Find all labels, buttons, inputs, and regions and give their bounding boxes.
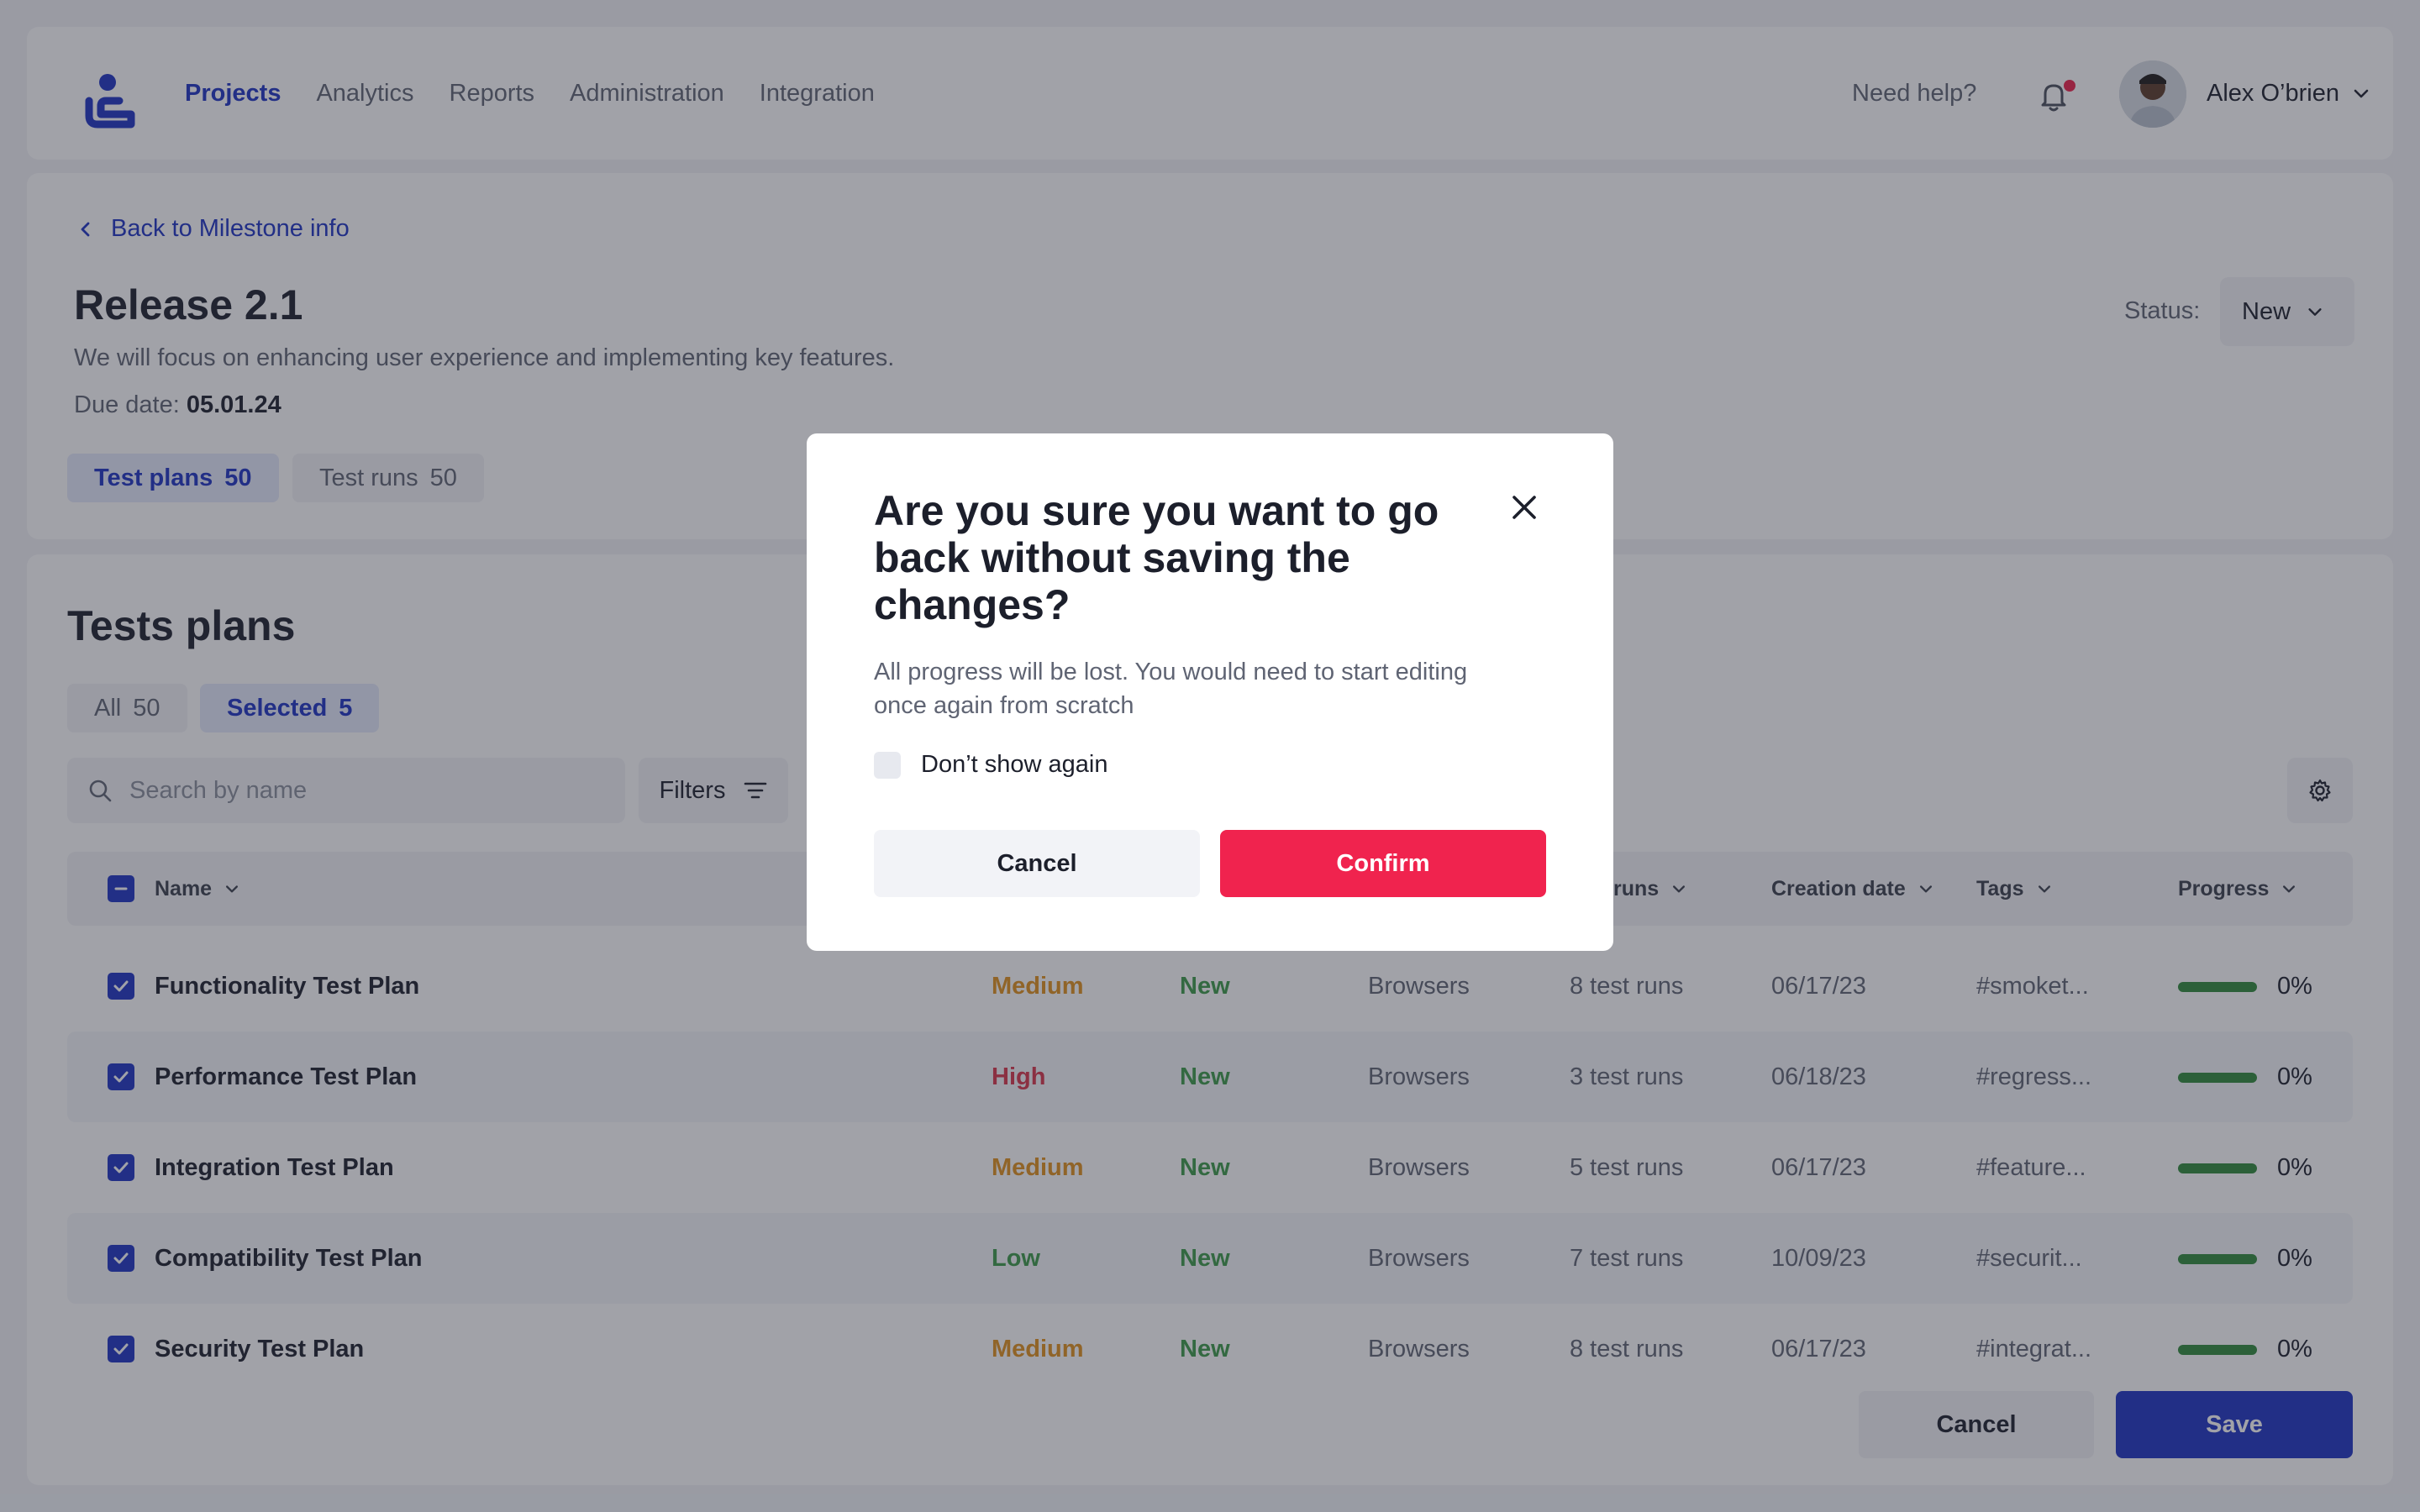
checkbox-box[interactable] <box>874 751 901 779</box>
close-icon <box>1512 496 1536 519</box>
dialog-title: Are you sure you want to go back without… <box>874 487 1439 628</box>
dialog-message: All progress will be lost. You would nee… <box>874 659 1468 719</box>
dont-show-again-checkbox[interactable]: Don’t show again <box>874 751 1107 779</box>
checkbox-label: Don’t show again <box>921 751 1108 778</box>
confirm-dialog: Are you sure you want to go back without… <box>807 433 1613 951</box>
close-button[interactable] <box>1502 486 1546 529</box>
dialog-cancel-button[interactable]: Cancel <box>874 830 1200 897</box>
dialog-confirm-button[interactable]: Confirm <box>1220 830 1546 897</box>
